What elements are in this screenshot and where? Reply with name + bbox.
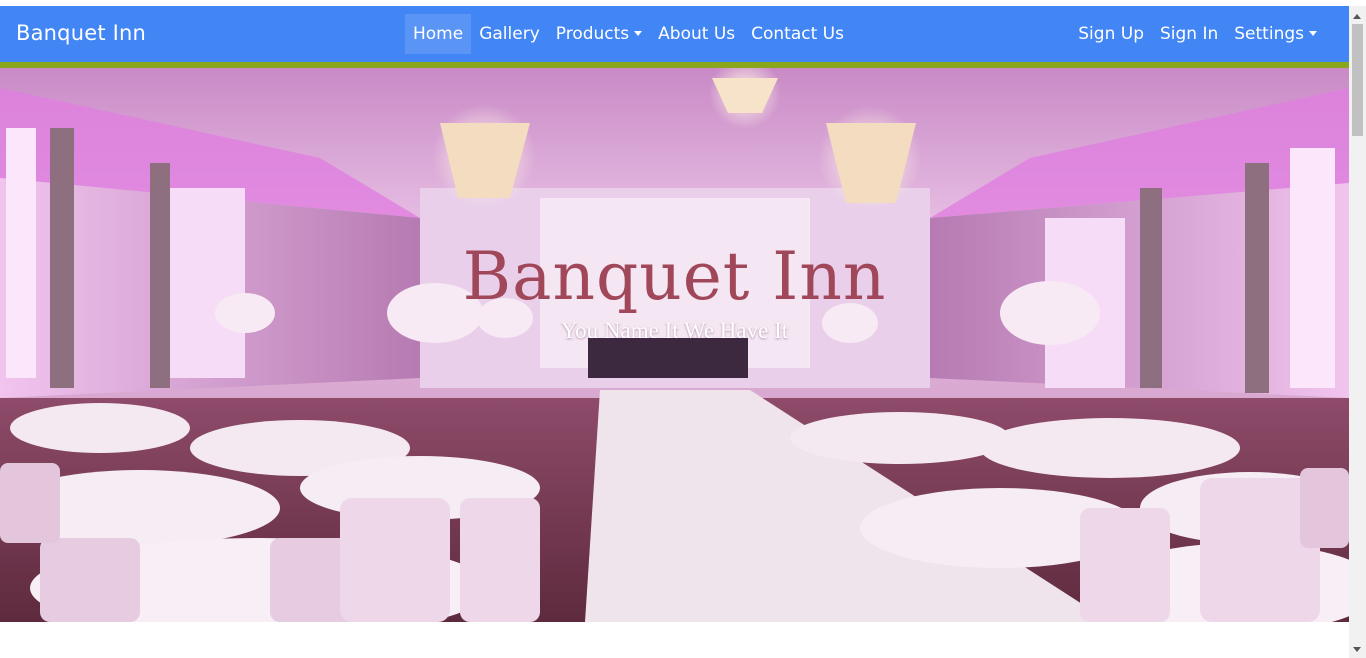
scroll-down-arrow-icon[interactable] <box>1353 647 1361 652</box>
page-scrollbar[interactable] <box>1349 6 1366 658</box>
nav-main-links: Home Gallery Products About Us Contact U… <box>405 14 852 54</box>
scroll-up-arrow-icon[interactable] <box>1353 14 1361 19</box>
nav-signup-link[interactable]: Sign Up <box>1070 14 1152 54</box>
nav-products-dropdown[interactable]: Products <box>548 14 650 54</box>
hero-subtitle: You Name It We Have It <box>560 318 789 343</box>
nav-account-links: Sign Up Sign In Settings <box>1070 14 1325 54</box>
brand-logo-link[interactable]: Banquet Inn <box>16 21 146 45</box>
hero-title: Banquet Inn <box>462 238 887 315</box>
nav-contact-link[interactable]: Contact Us <box>743 14 852 54</box>
nav-settings-label: Settings <box>1234 24 1304 44</box>
nav-signin-link[interactable]: Sign In <box>1152 14 1226 54</box>
nav-home-link[interactable]: Home <box>405 14 472 54</box>
caret-down-icon <box>1309 31 1317 36</box>
nav-gallery-link[interactable]: Gallery <box>471 14 548 54</box>
scrollbar-thumb[interactable] <box>1352 24 1363 136</box>
navbar: Banquet Inn Home Gallery Products About … <box>0 6 1349 62</box>
banquet-hall-image <box>0 68 1349 622</box>
caret-down-icon <box>634 31 643 36</box>
nav-products-label: Products <box>555 24 630 44</box>
hero-banner: Banquet Inn You Name It We Have It <box>0 68 1349 622</box>
nav-about-link[interactable]: About Us <box>650 14 743 54</box>
nav-settings-dropdown[interactable]: Settings <box>1226 14 1325 54</box>
